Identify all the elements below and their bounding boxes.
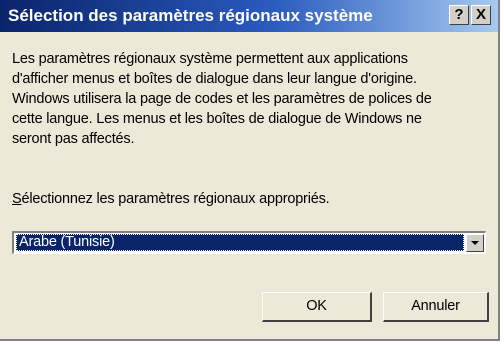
locale-prompt-label: Sélectionnez les paramètres régionaux ap…	[12, 191, 330, 207]
title-bar[interactable]: Sélection des paramètres régionaux systè…	[0, 0, 498, 32]
cancel-button[interactable]: Annuler	[383, 292, 489, 322]
description-line: seront pas affectés.	[12, 131, 135, 147]
help-button[interactable]: ?	[449, 5, 469, 25]
prompt-text: électionnez les paramètres régionaux app…	[21, 191, 330, 207]
locale-dialog: Sélection des paramètres régionaux systè…	[0, 0, 500, 341]
dialog-title: Sélection des paramètres régionaux systè…	[8, 6, 373, 25]
description-line: Les paramètres régionaux système permett…	[12, 51, 408, 67]
dropdown-arrow-icon[interactable]	[466, 234, 484, 252]
description-text: Les paramètres régionaux système permett…	[12, 49, 494, 149]
locale-selected-value[interactable]: Arabe (Tunisie)	[16, 234, 464, 251]
locale-select[interactable]: Arabe (Tunisie)	[12, 231, 486, 254]
description-line: d'afficher menus et boîtes de dialogue d…	[12, 71, 417, 87]
description-line: cette langue. Les menus et les boîtes de…	[12, 111, 422, 127]
ok-button[interactable]: OK	[262, 292, 372, 322]
close-button[interactable]: X	[471, 5, 491, 25]
description-line: Windows utilisera la page de codes et le…	[12, 91, 432, 107]
